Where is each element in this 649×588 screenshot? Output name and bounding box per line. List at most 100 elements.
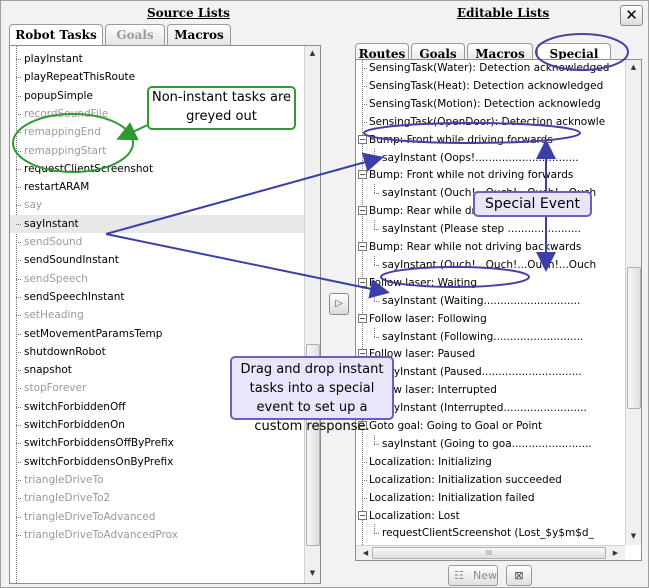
special-event-item[interactable]: SensingTask(Motion): Detection acknowled… <box>356 95 625 113</box>
special-event-item[interactable]: − Bump: Front while not driving forwards <box>356 166 625 184</box>
special-event-item[interactable]: Localization: Initialization succeeded <box>356 471 625 489</box>
source-list-item[interactable]: remappingStart <box>10 142 304 160</box>
source-list-item[interactable]: playInstant <box>10 50 304 68</box>
tree-connector <box>16 59 21 61</box>
special-event-item[interactable]: − Follow laser: Following <box>356 310 625 328</box>
collapse-icon[interactable]: − <box>358 313 367 323</box>
source-list-item[interactable]: playRepeatThisRoute <box>10 68 304 86</box>
source-list-item[interactable]: requestClientScreenshot <box>10 160 304 178</box>
greyed-callout: Non-instant tasks are greyed out <box>147 86 296 130</box>
collapse-icon[interactable]: − <box>358 206 367 216</box>
event-response-item[interactable]: sayInstant (Waiting.....................… <box>356 291 625 310</box>
source-list-item[interactable]: say <box>10 196 304 214</box>
source-list-item[interactable]: switchForbiddensOffByPrefix <box>10 434 304 452</box>
tree-connector <box>374 184 375 194</box>
special-event-item[interactable]: −Goto goal: Going to Goal or Point <box>356 417 625 435</box>
collapse-icon[interactable]: − <box>358 242 367 251</box>
collapse-icon[interactable]: − <box>358 170 367 180</box>
source-list-item[interactable]: setMovementParamsTemp <box>10 325 304 343</box>
source-list-item[interactable]: sendSpeechInstant <box>10 288 304 306</box>
editable-scroll-thumb[interactable] <box>627 267 641 409</box>
special-event-item[interactable]: −Follow laser: Interrupted <box>356 381 625 399</box>
arrow-right-icon: ▷ <box>335 298 343 309</box>
scroll-up-icon[interactable]: ▲ <box>626 60 641 75</box>
horizontal-scroll-thumb[interactable]: III <box>372 547 606 559</box>
special-event-item[interactable]: − Bump: Rear while not driving backwards <box>356 238 625 256</box>
collapse-icon[interactable]: − <box>358 277 367 287</box>
event-response-item[interactable]: sayInstant (Ouch!...Ouch!...Ouch!...Ouch <box>356 255 625 274</box>
source-item-label: switchForbiddenOff <box>24 400 126 413</box>
event-response-item[interactable]: sayInstant (Interrupted.................… <box>356 399 625 417</box>
event-response-item[interactable]: sayInstant (Paused......................… <box>356 363 625 381</box>
special-event-item[interactable]: SensingTask(OpenDoor): Detection acknowl… <box>356 113 625 131</box>
scroll-down-icon[interactable]: ▼ <box>626 529 641 544</box>
close-button[interactable]: ✕ <box>620 5 643 26</box>
event-response-item[interactable]: sayInstant (Going to goa................… <box>356 434 625 453</box>
source-item-label: switchForbiddensOffByPrefix <box>24 437 174 450</box>
event-response-item[interactable]: sayInstant (Please step ................… <box>356 220 625 238</box>
event-item-label: SensingTask(Heat): Detection acknowledge… <box>369 79 604 92</box>
transfer-button[interactable]: ▷ <box>329 293 349 315</box>
event-item-label: sayInstant (Going to goa................… <box>382 437 592 450</box>
source-list-item[interactable]: triangleDriveToAdvanced <box>10 508 304 526</box>
delete-button[interactable]: ⊠ <box>506 565 532 586</box>
special-event-item[interactable]: − Bump: Front while driving forwards <box>356 131 625 149</box>
scroll-down-icon[interactable]: ▼ <box>305 566 320 581</box>
source-item-label: triangleDriveToAdvanced <box>24 510 156 523</box>
tree-connector <box>16 113 21 116</box>
special-event-item[interactable]: SensingTask(Heat): Detection acknowledge… <box>356 77 625 95</box>
special-event-item[interactable]: − Follow laser: Paused <box>356 345 625 363</box>
source-tab-robot-tasks[interactable]: Robot Tasks <box>9 24 103 47</box>
source-tab-macros[interactable]: Macros <box>167 24 231 45</box>
source-list-item[interactable]: sendSound <box>10 233 304 251</box>
new-button[interactable]: ☷ New <box>448 565 498 586</box>
collapse-icon[interactable]: − <box>358 510 367 520</box>
special-event-item[interactable]: SensingTask(Water): Detection acknowledg… <box>356 60 625 77</box>
source-list-item[interactable]: triangleDriveTo <box>10 471 304 489</box>
special-event-item[interactable]: − Localization: Lost <box>356 507 625 525</box>
source-vertical-scrollbar[interactable]: ▲ ▼ <box>304 46 320 583</box>
source-list-item[interactable]: sendSoundInstant <box>10 251 304 269</box>
event-item-label: requestClientScreenshot (Lost_$y$m$d_ <box>382 527 594 540</box>
source-item-label: playRepeatThisRoute <box>24 71 136 84</box>
tree-connector <box>362 68 367 70</box>
source-item-label: triangleDriveToAdvancedProx <box>24 528 178 541</box>
event-item-label: Goto goal: Going to Goal or Point <box>369 420 543 432</box>
source-list-item[interactable]: setHeading <box>10 306 304 324</box>
source-list-item[interactable]: restartARAM <box>10 178 304 196</box>
tree-connector <box>362 479 367 482</box>
collapse-icon[interactable]: − <box>358 134 367 144</box>
tree-connector <box>16 388 21 390</box>
source-list-item[interactable]: switchForbiddensOnByPrefix <box>10 453 304 471</box>
scroll-right-icon[interactable]: ▶ <box>608 546 623 560</box>
special-events-tree[interactable]: SensingTask(Water): Detection acknowledg… <box>355 59 642 561</box>
source-list-item[interactable]: triangleDriveTo2 <box>10 489 304 507</box>
event-response-item[interactable]: sayInstant (Following...................… <box>356 327 625 346</box>
source-item-label: remappingEnd <box>24 126 101 139</box>
source-item-label: switchForbiddensOnByPrefix <box>24 455 174 468</box>
tree-connector <box>16 132 21 134</box>
event-item-label: SensingTask(Motion): Detection acknowled… <box>369 97 601 110</box>
source-item-label: triangleDriveTo2 <box>24 492 111 505</box>
special-event-item[interactable]: Localization: Initialization failed <box>356 489 625 507</box>
source-item-label: shutdownRobot <box>24 345 106 358</box>
tree-connector <box>16 351 21 354</box>
special-event-item[interactable]: − Follow laser: Waiting <box>356 274 625 292</box>
tree-connector <box>374 327 375 337</box>
tree-connector <box>16 242 21 244</box>
event-response-item[interactable]: requestClientScreenshot (Lost_$y$m$d_ <box>356 524 625 542</box>
source-list-item[interactable]: triangleDriveToAdvancedProx <box>10 526 304 544</box>
close-icon[interactable]: ✕ <box>625 6 638 24</box>
source-list-item[interactable]: sayInstant <box>10 214 304 233</box>
special-event-callout: Special Event <box>473 191 592 217</box>
drag-drop-callout: Drag and drop instant tasks into a speci… <box>230 356 394 434</box>
scroll-up-icon[interactable]: ▲ <box>305 46 320 61</box>
special-event-item[interactable]: Localization: Initializing <box>356 453 625 471</box>
tree-connector <box>16 205 21 207</box>
event-response-item[interactable]: sayInstant (Oops!.......................… <box>356 148 625 167</box>
editable-horizontal-scrollbar[interactable]: ◀ III ▶ <box>356 545 625 560</box>
event-item-label: sayInstant (Oops!.......................… <box>382 151 579 164</box>
editable-vertical-scrollbar[interactable]: ▲ ▼ <box>625 60 641 545</box>
source-list-item[interactable]: sendSpeech <box>10 270 304 288</box>
scroll-left-icon[interactable]: ◀ <box>358 546 373 560</box>
